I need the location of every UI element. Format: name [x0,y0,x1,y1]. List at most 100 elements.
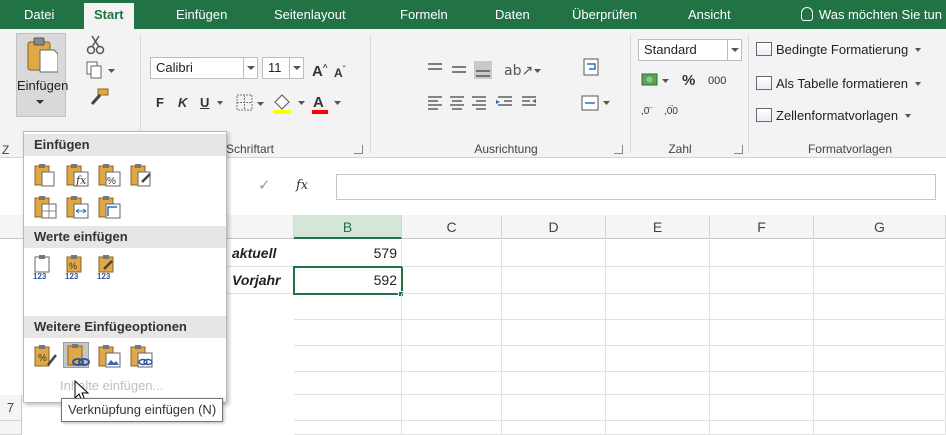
grid-cell[interactable] [294,320,402,346]
grid-cell[interactable] [606,346,710,372]
accounting-format-icon[interactable] [640,71,674,91]
cell-a1-label[interactable]: aktuell [226,240,294,267]
grid-cell[interactable] [402,395,502,421]
grid-cell[interactable] [502,395,606,421]
format-painter-icon[interactable] [88,87,110,107]
row-header-7[interactable]: 7 [0,395,22,421]
grid-cell[interactable] [814,372,946,395]
column-header-f[interactable]: F [710,215,814,239]
fill-color-icon[interactable] [272,92,308,114]
grid-cell[interactable] [710,421,814,435]
tab-formeln[interactable]: Formeln [390,0,458,29]
paste-values-option[interactable]: 123 [32,253,58,281]
tab-ansicht[interactable]: Ansicht [678,0,741,29]
grid-cell[interactable] [402,421,502,435]
paste-formatting-option[interactable]: % [32,343,58,369]
comma-style-button[interactable]: 000 [708,70,726,92]
font-name-select[interactable]: Calibri [150,57,258,79]
column-header-g[interactable]: G [814,215,946,239]
number-format-select[interactable]: Standard [638,39,742,61]
column-header-c[interactable]: C [402,215,502,239]
enter-checkmark-icon[interactable]: ✓ [258,176,271,194]
font-color-icon[interactable]: A [310,92,346,114]
paste-formulas-option[interactable]: fx [64,162,90,188]
number-dialog-launcher-icon[interactable] [734,145,743,154]
paste-button[interactable]: Einfügen [16,33,68,117]
grid-cell[interactable] [710,346,814,372]
paste-link-option[interactable] [63,342,90,368]
paste-picture-option[interactable] [96,343,122,369]
bold-button[interactable]: F [156,92,164,114]
paste-keep-source-format-option[interactable] [128,162,154,188]
grid-cell[interactable] [710,320,814,346]
tab-datei[interactable]: Datei [14,0,64,29]
grid-cell[interactable] [606,372,710,395]
paste-values-number-format-option[interactable]: % 123 [64,253,90,281]
paste-formulas-number-format-option[interactable]: % [96,162,122,188]
shrink-font-button[interactable]: Aˇ [334,59,345,81]
grid-cell[interactable] [814,267,946,294]
grid-cell[interactable] [814,294,946,320]
grid-cell[interactable] [710,267,814,294]
grid-cell[interactable] [402,294,502,320]
grid-cell[interactable] [502,294,606,320]
formula-input[interactable] [336,174,936,200]
borders-icon[interactable] [236,94,266,112]
format-as-table-button[interactable]: Als Tabelle formatieren [756,73,921,95]
merge-center-icon[interactable] [580,93,612,113]
italic-button[interactable]: K [178,92,187,114]
underline-dropdown-icon[interactable] [217,101,223,105]
grid-cell[interactable] [294,395,402,421]
grid-cell[interactable] [402,240,502,267]
decimal-buttons-icon[interactable]: ,0 ← ,00 → [640,99,690,119]
grid-cell[interactable] [502,421,606,435]
column-header-e[interactable]: E [606,215,710,239]
tab-einfuegen[interactable]: Einfügen [166,0,237,29]
column-header-b[interactable]: B [294,215,402,239]
grid-cell[interactable] [814,421,946,435]
column-header-d[interactable]: D [502,215,606,239]
underline-button[interactable]: U [200,92,209,114]
scissors-icon[interactable] [86,35,106,55]
grid-cell[interactable] [502,240,606,267]
grid-cell[interactable] [294,346,402,372]
grid-cell[interactable] [402,346,502,372]
tab-daten[interactable]: Daten [485,0,540,29]
grid-cell[interactable] [294,294,402,320]
cell-a2-label[interactable]: Vorjahr [226,267,294,294]
tab-ueberpruefen[interactable]: Überprüfen [562,0,647,29]
grid-cell[interactable] [606,294,710,320]
grid-cell[interactable] [606,395,710,421]
grid-cell[interactable] [710,294,814,320]
percent-style-button[interactable]: % [682,70,695,92]
grid-cell[interactable] [710,240,814,267]
grid-cell[interactable] [606,421,710,435]
tab-start[interactable]: Start [84,3,134,29]
paste-all-option[interactable] [32,162,58,188]
row-header-8[interactable] [0,421,22,435]
grid-cell[interactable] [606,320,710,346]
grid-cell[interactable] [502,267,606,294]
font-dialog-launcher-icon[interactable] [354,145,363,154]
grid-cell[interactable] [502,372,606,395]
grid-cell[interactable] [402,267,502,294]
copy-icon[interactable] [86,61,118,79]
grid-cell[interactable] [814,346,946,372]
grid-cell[interactable] [294,421,402,435]
paste-keep-column-widths-option[interactable] [64,194,90,220]
grid-cell[interactable] [402,320,502,346]
conditional-formatting-button[interactable]: Bedingte Formatierung [756,39,921,61]
grid-cell[interactable] [814,395,946,421]
grid-cell[interactable] [814,240,946,267]
grid-cell[interactable] [402,372,502,395]
paste-transpose-option[interactable] [96,194,122,220]
font-size-select[interactable]: 11 [262,57,304,79]
grid-cell[interactable] [710,372,814,395]
grid-cell[interactable] [814,320,946,346]
grid-cell[interactable] [294,372,402,395]
grid-cell[interactable] [502,346,606,372]
paste-values-source-format-option[interactable]: 123 [96,253,122,281]
cell-styles-button[interactable]: Zellenformatvorlagen [756,105,911,127]
alignment-dialog-launcher-icon[interactable] [614,145,623,154]
grid-cell[interactable] [502,320,606,346]
